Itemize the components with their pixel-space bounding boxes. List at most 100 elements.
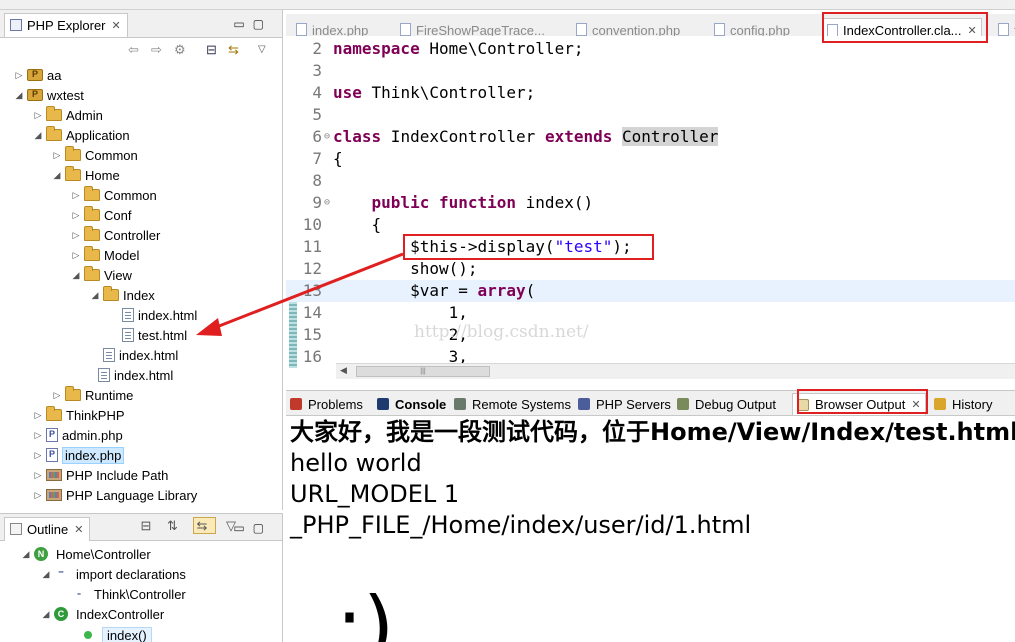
tree-item-folder-runtime[interactable]: ▷ Runtime <box>51 385 133 405</box>
collapse-arrow-icon[interactable]: ◢ <box>13 90 25 101</box>
outline-item[interactable]: ◢ N Home\Controller <box>20 544 151 564</box>
tree-item-file-home-index-html[interactable]: index.html <box>84 365 173 385</box>
tree-item-folder-model[interactable]: ▷ Model <box>70 245 139 265</box>
tree-item-php-include-path[interactable]: ▷ PHP Include Path <box>32 465 169 485</box>
link-with-editor-icon[interactable]: ⇆ <box>228 42 239 58</box>
expand-arrow-icon[interactable]: ▷ <box>70 190 82 201</box>
expand-arrow-icon[interactable]: ▷ <box>32 490 44 501</box>
close-icon[interactable]: ✕ <box>112 19 121 32</box>
code-token: 1, <box>333 303 468 322</box>
collapse-all-icon[interactable]: ⊟ <box>206 42 217 58</box>
code-line[interactable]: 8 <box>286 170 1015 192</box>
code-line[interactable]: 3 <box>286 60 1015 82</box>
html-file-icon <box>103 348 115 362</box>
tab-history[interactable]: History <box>934 393 992 415</box>
code-line[interactable]: 5 <box>286 104 1015 126</box>
folder-icon <box>46 406 62 421</box>
minimize-maximize-icons[interactable]: ▭▢ <box>233 17 272 31</box>
folder-icon <box>84 186 100 201</box>
code-line[interactable]: 15 2, <box>286 324 1015 346</box>
expand-arrow-icon[interactable]: ◢ <box>40 569 52 580</box>
code-line[interactable]: 4 use Think\Controller; <box>286 82 1015 104</box>
tab-browser-output[interactable]: Browser Output ✕ <box>792 393 926 415</box>
code-line[interactable]: 12 show(); <box>286 258 1015 280</box>
fold-toggle-icon[interactable]: ⊖ <box>324 192 330 214</box>
expand-arrow-icon[interactable]: ▷ <box>51 150 63 161</box>
up-icon[interactable]: ⚙ <box>174 42 186 58</box>
tree-item-project-wxtest[interactable]: ◢ wxtest <box>13 85 84 105</box>
outline-item-selected[interactable]: index() <box>80 625 152 642</box>
outline-item[interactable]: ◢ C IndexController <box>40 604 165 624</box>
expand-arrow-icon[interactable]: ▷ <box>70 210 82 221</box>
use-statement-icon: ⁃ <box>76 588 82 601</box>
code-line[interactable]: 2 namespace Home\Controller; <box>286 38 1015 60</box>
expand-arrow-icon[interactable]: ◢ <box>40 609 52 620</box>
expand-arrow-icon[interactable]: ▷ <box>32 470 44 481</box>
collapse-arrow-icon[interactable]: ◢ <box>70 270 82 281</box>
expand-arrow-icon[interactable]: ▷ <box>32 410 44 421</box>
scroll-left-icon[interactable]: ◀ <box>340 365 347 376</box>
tab-php-servers[interactable]: PHP Servers <box>578 393 671 415</box>
expand-arrow-icon[interactable]: ▷ <box>32 450 44 461</box>
link-editor-toggle-icon[interactable]: ⇆ <box>193 517 217 534</box>
tree-item-file-test-html[interactable]: test.html <box>108 325 187 345</box>
collapse-arrow-icon[interactable]: ◢ <box>51 170 63 181</box>
horizontal-scrollbar[interactable]: ◀ ||| <box>336 363 1015 379</box>
tab-console[interactable]: Console <box>377 393 446 415</box>
tree-item-folder-common[interactable]: ▷ Common <box>51 145 138 165</box>
tab-outline[interactable]: Outline ✕ <box>4 517 91 541</box>
expand-arrow-icon[interactable]: ▷ <box>51 390 63 401</box>
expand-arrow-icon[interactable]: ◢ <box>20 549 32 560</box>
tree-item-file-view-index-html[interactable]: index.html <box>89 345 178 365</box>
code-line[interactable]: 11 $this->display("test"); <box>286 236 1015 258</box>
collapse-arrow-icon[interactable]: ◢ <box>89 290 101 301</box>
back-icon[interactable]: ⇦ <box>128 42 139 58</box>
outline-item[interactable]: ◢ ⁼ import declarations <box>40 564 186 584</box>
code-line[interactable]: 7{ <box>286 148 1015 170</box>
close-icon[interactable]: ✕ <box>911 398 920 411</box>
view-menu-icon[interactable]: ▽ <box>258 44 266 55</box>
tree-item-folder-home-common[interactable]: ▷ Common <box>70 185 157 205</box>
scrollbar-thumb[interactable]: ||| <box>356 366 490 377</box>
minimize-maximize-icons[interactable]: ▭▢ <box>233 521 272 535</box>
code-editor[interactable]: 2 namespace Home\Controller; 3 4 use Think\C… <box>286 36 1015 379</box>
tree-item-folder-conf[interactable]: ▷ Conf <box>70 205 131 225</box>
code-line[interactable]: 9 ⊖ public function index() <box>286 192 1015 214</box>
tab-debug-output[interactable]: Debug Output <box>677 393 776 415</box>
code-line[interactable]: 6 ⊖ class IndexController extends Controll… <box>286 126 1015 148</box>
tab-remote-systems[interactable]: Remote Systems <box>454 393 571 415</box>
tree-item-php-language-library[interactable]: ▷ PHP Language Library <box>32 485 198 505</box>
tree-item-folder-home[interactable]: ◢ Home <box>51 165 120 185</box>
forward-icon[interactable]: ⇨ <box>151 42 162 58</box>
fold-toggle-icon[interactable]: ⊖ <box>324 126 330 148</box>
outline-toolbar[interactable]: ⊟ ⇅ ⇆ ▽ <box>140 517 242 534</box>
close-icon[interactable]: ✕ <box>74 523 83 536</box>
expand-arrow-icon[interactable]: ▷ <box>32 430 44 441</box>
tree-item-project-aa[interactable]: ▷ aa <box>13 65 62 85</box>
tree-item-folder-controller[interactable]: ▷ Controller <box>70 225 160 245</box>
tree-item-folder-thinkphp[interactable]: ▷ ThinkPHP <box>32 405 125 425</box>
outline-item[interactable]: ⁃ Think\Controller <box>70 584 186 604</box>
code-line[interactable]: 10 { <box>286 214 1015 236</box>
folder-icon <box>65 386 81 401</box>
tree-item-folder-application[interactable]: ◢ Application <box>32 125 130 145</box>
tree-item-folder-view[interactable]: ◢ View <box>70 265 132 285</box>
tab-php-explorer[interactable]: PHP Explorer ✕ <box>4 13 128 37</box>
expand-arrow-icon[interactable]: ▷ <box>70 250 82 261</box>
keyword-token: array <box>477 281 526 300</box>
tree-item-file-index-html[interactable]: index.html <box>108 305 197 325</box>
tab-label: Outline <box>27 522 69 537</box>
code-token: $this->display( <box>333 237 555 256</box>
expand-arrow-icon[interactable]: ▷ <box>13 70 25 81</box>
tab-problems[interactable]: Problems <box>290 393 363 415</box>
tree-item-file-index-php[interactable]: ▷ index.php <box>32 445 125 465</box>
code-token: $var = <box>333 281 478 300</box>
expand-arrow-icon[interactable]: ▷ <box>70 230 82 241</box>
tree-item-file-admin-php[interactable]: ▷ admin.php <box>32 425 123 445</box>
code-line[interactable]: 13 $var = array( <box>286 280 1015 302</box>
tree-item-folder-admin[interactable]: ▷ Admin <box>32 105 103 125</box>
collapse-arrow-icon[interactable]: ◢ <box>32 130 44 141</box>
code-line[interactable]: 14 1, <box>286 302 1015 324</box>
tree-item-folder-index[interactable]: ◢ Index <box>89 285 155 305</box>
expand-arrow-icon[interactable]: ▷ <box>32 110 44 121</box>
